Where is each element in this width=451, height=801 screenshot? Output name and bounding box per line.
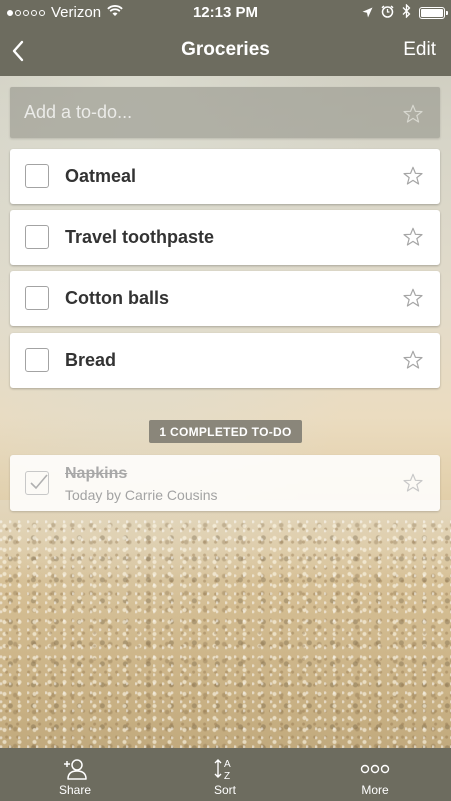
edit-button[interactable]: Edit: [403, 39, 436, 61]
sort-label: Sort: [213, 783, 236, 797]
todo-checkbox[interactable]: [25, 225, 49, 249]
completed-todo-item[interactable]: Napkins Today by Carrie Cousins: [10, 455, 440, 511]
status-right: [362, 3, 448, 22]
battery-icon: [419, 7, 448, 19]
app-screen: Verizon 12:13 PM Groceries Edit Add a to…: [0, 0, 451, 801]
completed-todo-meta: Today by Carrie Cousins: [65, 487, 218, 503]
todo-item[interactable]: Bread: [10, 333, 440, 388]
star-icon[interactable]: [402, 287, 424, 309]
todo-title: Bread: [65, 350, 117, 370]
todo-title: Oatmeal: [65, 166, 137, 186]
sort-az-icon: A Z: [214, 759, 231, 781]
add-todo-bar: [10, 87, 440, 138]
more-button[interactable]: More: [325, 748, 425, 801]
bluetooth-icon: [402, 3, 411, 22]
add-todo-input[interactable]: [10, 87, 390, 138]
navigation-bar: Groceries Edit: [0, 26, 451, 76]
star-icon[interactable]: [402, 226, 424, 248]
share-user-icon: [64, 759, 87, 780]
todo-item[interactable]: Cotton balls: [10, 271, 440, 326]
sort-button[interactable]: A Z Sort: [175, 748, 275, 801]
share-label: Share: [58, 783, 92, 797]
bottom-toolbar: Share A Z Sort More: [0, 748, 451, 801]
alarm-icon: [381, 4, 394, 22]
todo-checkbox-checked[interactable]: [25, 471, 49, 495]
more-label: More: [361, 783, 389, 797]
more-dots-icon: [360, 764, 390, 774]
star-icon[interactable]: [402, 165, 424, 187]
svg-text:A: A: [224, 759, 231, 770]
todo-title: Cotton balls: [65, 288, 169, 308]
todo-item[interactable]: Oatmeal: [10, 149, 440, 204]
todo-checkbox[interactable]: [25, 164, 49, 188]
todo-checkbox[interactable]: [25, 286, 49, 310]
location-arrow-icon: [362, 5, 373, 22]
completed-todos-toggle[interactable]: 1 COMPLETED TO-DO: [149, 420, 302, 443]
share-button[interactable]: Share: [25, 748, 125, 801]
star-icon[interactable]: [402, 349, 424, 371]
page-title: Groceries: [181, 39, 270, 60]
todo-checkbox[interactable]: [25, 348, 49, 372]
star-icon[interactable]: [402, 472, 424, 494]
svg-text:Z: Z: [224, 771, 230, 781]
todo-item[interactable]: Travel toothpaste: [10, 210, 440, 265]
checkmark-icon: [30, 474, 48, 490]
todo-title: Travel toothpaste: [65, 227, 215, 247]
completed-todo-title: Napkins: [65, 465, 128, 482]
status-bar: Verizon 12:13 PM: [0, 0, 451, 26]
star-icon[interactable]: [402, 103, 424, 125]
